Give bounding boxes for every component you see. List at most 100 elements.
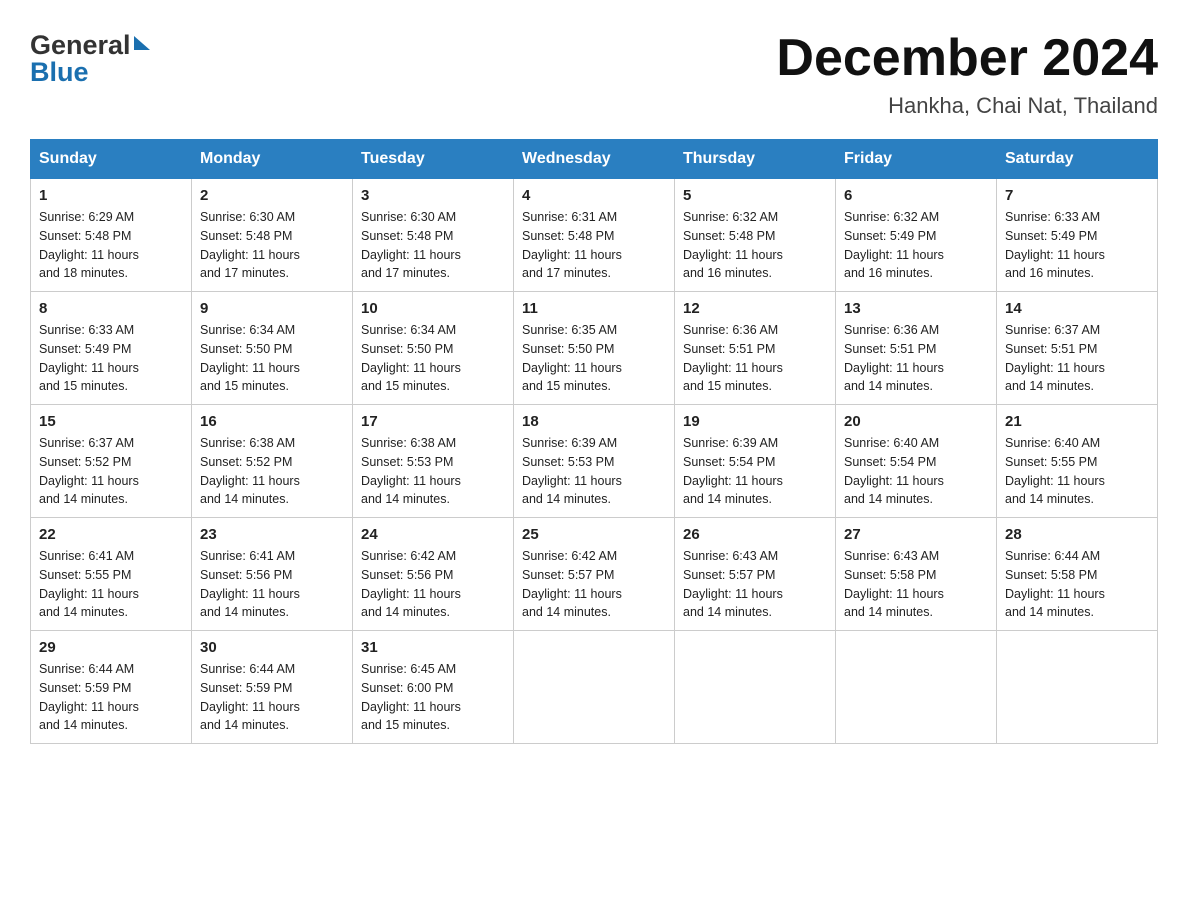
day-number: 21 xyxy=(1005,413,1149,430)
day-number: 17 xyxy=(361,413,505,430)
table-row: 28Sunrise: 6:44 AM Sunset: 5:58 PM Dayli… xyxy=(997,518,1158,631)
logo-blue-text: Blue xyxy=(30,57,89,88)
col-thursday: Thursday xyxy=(675,140,836,179)
day-info: Sunrise: 6:37 AM Sunset: 5:52 PM Dayligh… xyxy=(39,434,183,509)
day-info: Sunrise: 6:45 AM Sunset: 6:00 PM Dayligh… xyxy=(361,660,505,735)
day-number: 19 xyxy=(683,413,827,430)
day-number: 24 xyxy=(361,526,505,543)
table-row: 7Sunrise: 6:33 AM Sunset: 5:49 PM Daylig… xyxy=(997,179,1158,292)
table-row: 27 Sunrise: 6:43 AM Sunset: 5:58 PM Dayli… xyxy=(836,518,997,631)
col-sunday: Sunday xyxy=(31,140,192,179)
day-info: Sunrise: 6:40 AM Sunset: 5:54 PM Dayligh… xyxy=(844,434,988,509)
col-friday: Friday xyxy=(836,140,997,179)
day-number: 20 xyxy=(844,413,988,430)
day-number: 16 xyxy=(200,413,344,430)
day-info: Sunrise: 6:34 AM Sunset: 5:50 PM Dayligh… xyxy=(200,321,344,396)
table-row: 1Sunrise: 6:29 AM Sunset: 5:48 PM Daylig… xyxy=(31,179,192,292)
day-number: 8 xyxy=(39,300,183,317)
day-number: 14 xyxy=(1005,300,1149,317)
calendar-week-row: 29 Sunrise: 6:44 AM Sunset: 5:59 PM Dayli… xyxy=(31,631,1158,744)
table-row: 18 Sunrise: 6:39 AM Sunset: 5:53 PM Dayli… xyxy=(514,405,675,518)
table-row: 20 Sunrise: 6:40 AM Sunset: 5:54 PM Dayli… xyxy=(836,405,997,518)
table-row xyxy=(514,631,675,744)
col-wednesday: Wednesday xyxy=(514,140,675,179)
day-number: 15 xyxy=(39,413,183,430)
table-row: 25 Sunrise: 6:42 AM Sunset: 5:57 PM Dayli… xyxy=(514,518,675,631)
logo: General Blue xyxy=(30,30,150,88)
day-info: Sunrise: 6:43 AM Sunset: 5:58 PM Dayligh… xyxy=(844,547,988,622)
calendar-subtitle: Hankha, Chai Nat, Thailand xyxy=(776,93,1158,119)
table-row: 22 Sunrise: 6:41 AM Sunset: 5:55 PM Dayli… xyxy=(31,518,192,631)
table-row: 16 Sunrise: 6:38 AM Sunset: 5:52 PM Dayli… xyxy=(192,405,353,518)
day-info: Sunrise: 6:32 AM Sunset: 5:48 PM Dayligh… xyxy=(683,208,827,283)
col-tuesday: Tuesday xyxy=(353,140,514,179)
table-row: 3 Sunrise: 6:30 AM Sunset: 5:48 PM Daylig… xyxy=(353,179,514,292)
table-row: 10 Sunrise: 6:34 AM Sunset: 5:50 PM Dayli… xyxy=(353,292,514,405)
day-info: Sunrise: 6:41 AM Sunset: 5:55 PM Dayligh… xyxy=(39,547,183,622)
table-row: 26Sunrise: 6:43 AM Sunset: 5:57 PM Dayli… xyxy=(675,518,836,631)
table-row xyxy=(997,631,1158,744)
day-info: Sunrise: 6:42 AM Sunset: 5:56 PM Dayligh… xyxy=(361,547,505,622)
table-row: 2 Sunrise: 6:30 AM Sunset: 5:48 PM Daylig… xyxy=(192,179,353,292)
day-number: 1 xyxy=(39,187,183,204)
day-number: 9 xyxy=(200,300,344,317)
calendar-title: December 2024 xyxy=(776,30,1158,87)
day-number: 2 xyxy=(200,187,344,204)
day-info: Sunrise: 6:40 AM Sunset: 5:55 PM Dayligh… xyxy=(1005,434,1149,509)
col-saturday: Saturday xyxy=(997,140,1158,179)
day-number: 27 xyxy=(844,526,988,543)
calendar-week-row: 22 Sunrise: 6:41 AM Sunset: 5:55 PM Dayli… xyxy=(31,518,1158,631)
day-info: Sunrise: 6:34 AM Sunset: 5:50 PM Dayligh… xyxy=(361,321,505,396)
calendar-week-row: 15 Sunrise: 6:37 AM Sunset: 5:52 PM Dayli… xyxy=(31,405,1158,518)
table-row: 9 Sunrise: 6:34 AM Sunset: 5:50 PM Daylig… xyxy=(192,292,353,405)
day-info: Sunrise: 6:30 AM Sunset: 5:48 PM Dayligh… xyxy=(361,208,505,283)
day-info: Sunrise: 6:36 AM Sunset: 5:51 PM Dayligh… xyxy=(844,321,988,396)
day-info: Sunrise: 6:32 AM Sunset: 5:49 PM Dayligh… xyxy=(844,208,988,283)
day-info: Sunrise: 6:31 AM Sunset: 5:48 PM Dayligh… xyxy=(522,208,666,283)
day-number: 4 xyxy=(522,187,666,204)
day-number: 23 xyxy=(200,526,344,543)
day-info: Sunrise: 6:44 AM Sunset: 5:58 PM Dayligh… xyxy=(1005,547,1149,622)
table-row: 23Sunrise: 6:41 AM Sunset: 5:56 PM Dayli… xyxy=(192,518,353,631)
calendar-week-row: 8 Sunrise: 6:33 AM Sunset: 5:49 PM Daylig… xyxy=(31,292,1158,405)
day-number: 3 xyxy=(361,187,505,204)
table-row: 14 Sunrise: 6:37 AM Sunset: 5:51 PM Dayli… xyxy=(997,292,1158,405)
day-info: Sunrise: 6:44 AM Sunset: 5:59 PM Dayligh… xyxy=(39,660,183,735)
table-row: 17 Sunrise: 6:38 AM Sunset: 5:53 PM Dayli… xyxy=(353,405,514,518)
day-number: 11 xyxy=(522,300,666,317)
day-info: Sunrise: 6:42 AM Sunset: 5:57 PM Dayligh… xyxy=(522,547,666,622)
table-row: 5Sunrise: 6:32 AM Sunset: 5:48 PM Daylig… xyxy=(675,179,836,292)
table-row: 21 Sunrise: 6:40 AM Sunset: 5:55 PM Dayli… xyxy=(997,405,1158,518)
table-row: 31 Sunrise: 6:45 AM Sunset: 6:00 PM Dayli… xyxy=(353,631,514,744)
calendar-week-row: 1Sunrise: 6:29 AM Sunset: 5:48 PM Daylig… xyxy=(31,179,1158,292)
table-row: 6 Sunrise: 6:32 AM Sunset: 5:49 PM Daylig… xyxy=(836,179,997,292)
day-number: 10 xyxy=(361,300,505,317)
day-number: 18 xyxy=(522,413,666,430)
table-row: 29 Sunrise: 6:44 AM Sunset: 5:59 PM Dayli… xyxy=(31,631,192,744)
table-row: 24 Sunrise: 6:42 AM Sunset: 5:56 PM Dayli… xyxy=(353,518,514,631)
day-info: Sunrise: 6:37 AM Sunset: 5:51 PM Dayligh… xyxy=(1005,321,1149,396)
table-row xyxy=(675,631,836,744)
day-info: Sunrise: 6:38 AM Sunset: 5:53 PM Dayligh… xyxy=(361,434,505,509)
day-number: 6 xyxy=(844,187,988,204)
day-number: 22 xyxy=(39,526,183,543)
day-number: 25 xyxy=(522,526,666,543)
day-info: Sunrise: 6:39 AM Sunset: 5:53 PM Dayligh… xyxy=(522,434,666,509)
table-row: 15 Sunrise: 6:37 AM Sunset: 5:52 PM Dayli… xyxy=(31,405,192,518)
table-row xyxy=(836,631,997,744)
day-number: 30 xyxy=(200,639,344,656)
day-info: Sunrise: 6:33 AM Sunset: 5:49 PM Dayligh… xyxy=(1005,208,1149,283)
day-info: Sunrise: 6:35 AM Sunset: 5:50 PM Dayligh… xyxy=(522,321,666,396)
day-info: Sunrise: 6:43 AM Sunset: 5:57 PM Dayligh… xyxy=(683,547,827,622)
day-number: 31 xyxy=(361,639,505,656)
day-info: Sunrise: 6:30 AM Sunset: 5:48 PM Dayligh… xyxy=(200,208,344,283)
day-number: 29 xyxy=(39,639,183,656)
day-info: Sunrise: 6:33 AM Sunset: 5:49 PM Dayligh… xyxy=(39,321,183,396)
col-monday: Monday xyxy=(192,140,353,179)
table-row: 11 Sunrise: 6:35 AM Sunset: 5:50 PM Dayli… xyxy=(514,292,675,405)
day-info: Sunrise: 6:38 AM Sunset: 5:52 PM Dayligh… xyxy=(200,434,344,509)
table-row: 8 Sunrise: 6:33 AM Sunset: 5:49 PM Daylig… xyxy=(31,292,192,405)
title-block: December 2024 Hankha, Chai Nat, Thailand xyxy=(776,30,1158,119)
page-header: General Blue December 2024 Hankha, Chai … xyxy=(30,30,1158,119)
calendar-table: Sunday Monday Tuesday Wednesday Thursday… xyxy=(30,139,1158,744)
